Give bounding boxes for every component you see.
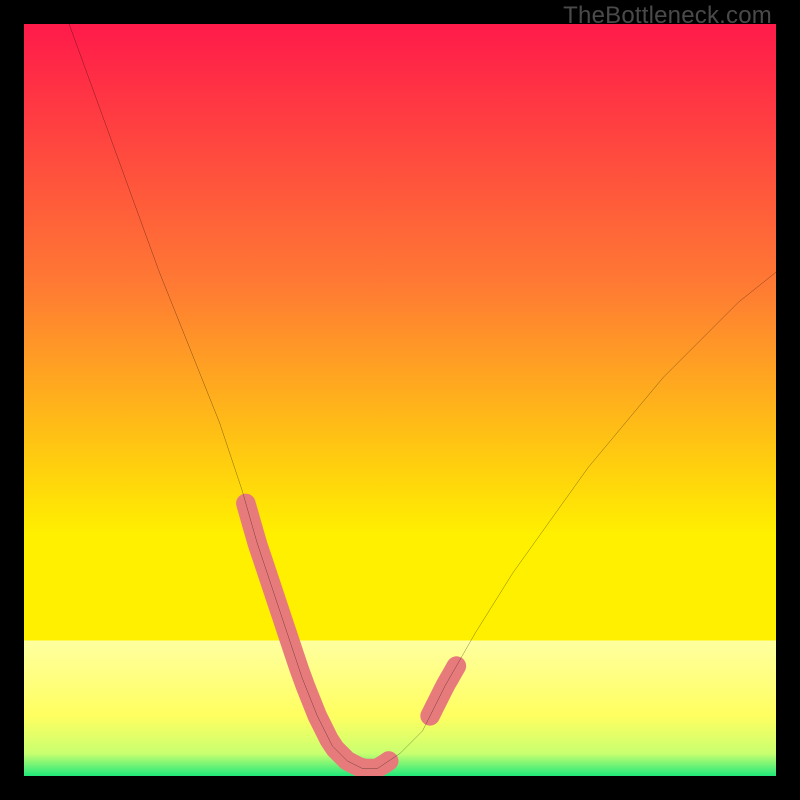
highlight-segments (246, 503, 457, 768)
plot-frame (24, 24, 776, 776)
bottleneck-curve (69, 24, 776, 768)
plot-curves (24, 24, 776, 776)
watermark-text: TheBottleneck.com (563, 2, 772, 30)
highlight-segment (246, 503, 389, 768)
highlight-segment (430, 666, 456, 716)
